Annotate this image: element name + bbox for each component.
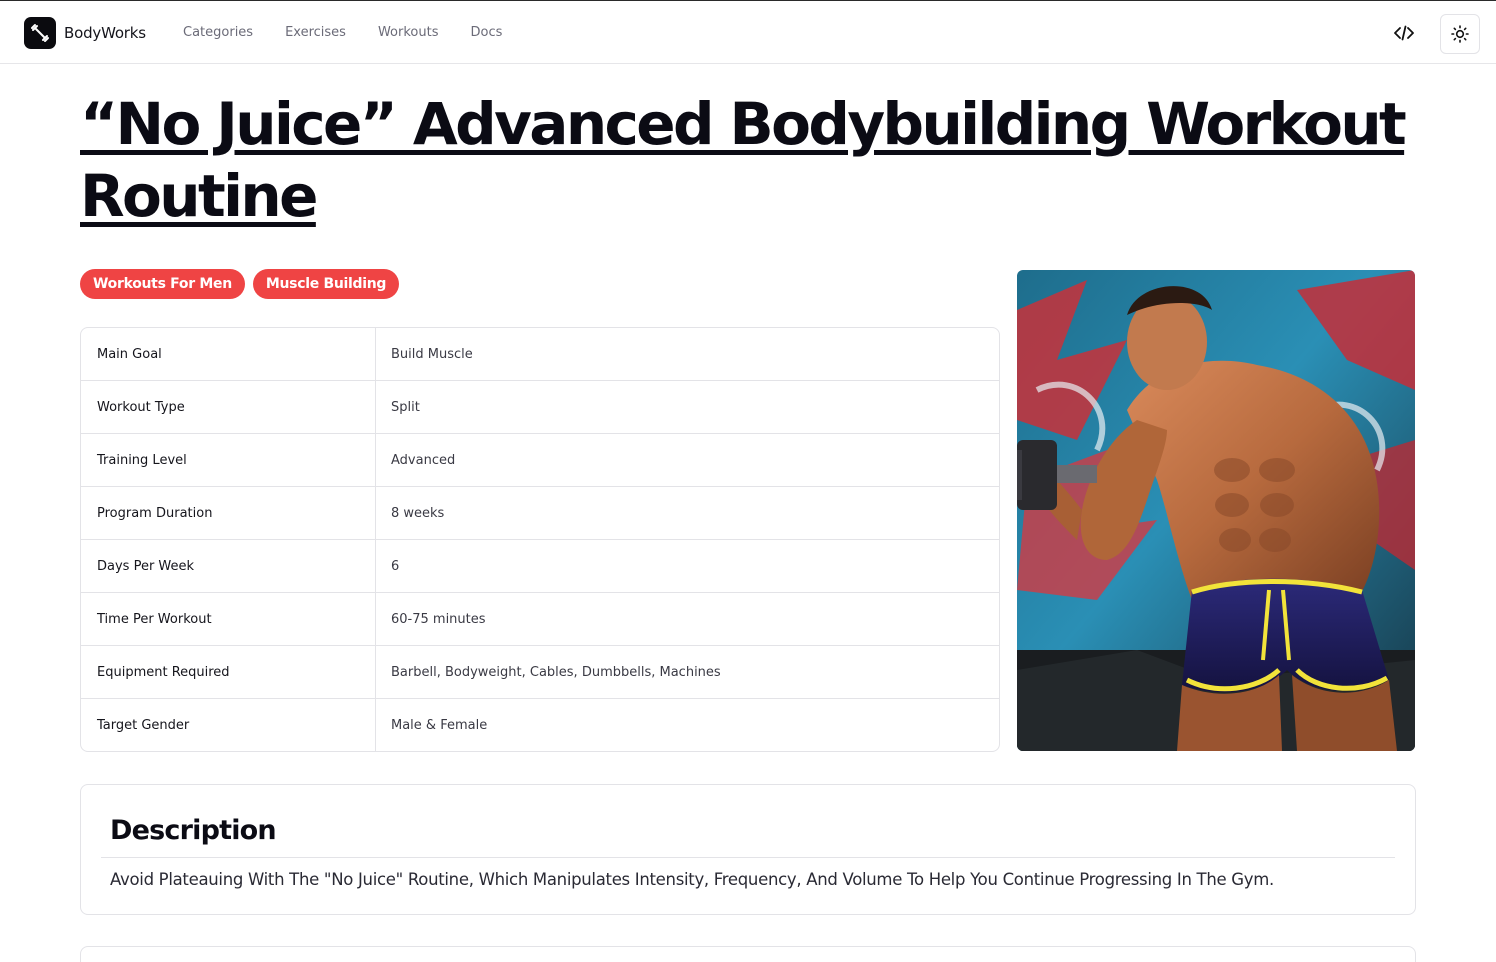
detail-label: Training Level — [81, 434, 376, 486]
dumbbell-logo-icon — [24, 17, 56, 49]
code-icon — [1394, 25, 1414, 41]
detail-value: Barbell, Bodyweight, Cables, Dumbbells, … — [391, 664, 721, 680]
table-row: Training Level Advanced — [81, 434, 999, 487]
table-row: Time Per Workout 60-75 minutes — [81, 593, 999, 646]
detail-value: Split — [391, 399, 420, 415]
workout-hero-image — [1017, 270, 1415, 751]
next-section-card — [80, 946, 1416, 962]
brand-link[interactable]: BodyWorks — [24, 17, 146, 49]
brand-name: BodyWorks — [64, 24, 146, 42]
description-text: Avoid Plateauing With The "No Juice" Rou… — [110, 870, 1274, 889]
detail-value: Male & Female — [391, 718, 488, 733]
detail-label: Equipment Required — [81, 646, 376, 698]
table-row: Target Gender Male & Female — [81, 699, 999, 751]
sun-icon — [1451, 25, 1469, 43]
detail-label: Main Goal — [81, 328, 376, 380]
detail-label: Target Gender — [81, 699, 376, 751]
detail-label: Program Duration — [81, 487, 376, 539]
main-nav: Categories Exercises Workouts Docs — [183, 24, 534, 42]
nav-workouts[interactable]: Workouts — [378, 24, 439, 42]
tag-muscle-building[interactable]: Muscle Building — [252, 269, 400, 299]
detail-value: 8 weeks — [391, 505, 445, 521]
table-row: Workout Type Split — [81, 381, 999, 434]
workout-title[interactable]: “No Juice” Advanced Bodybuilding Workout… — [80, 88, 1420, 232]
table-row: Equipment Required Barbell, Bodyweight, … — [81, 646, 999, 699]
table-row: Main Goal Build Muscle — [81, 328, 999, 381]
theme-toggle-button[interactable] — [1440, 14, 1480, 54]
detail-value: Build Muscle — [391, 346, 473, 362]
detail-label: Time Per Workout — [81, 593, 376, 645]
detail-value: Advanced — [391, 452, 456, 468]
detail-value: 6 — [391, 558, 400, 574]
nav-docs[interactable]: Docs — [470, 24, 502, 42]
tag-list: Workouts For Men Muscle Building — [80, 269, 400, 299]
tag-workouts-for-men[interactable]: Workouts For Men — [80, 269, 245, 299]
description-heading: Description — [110, 815, 277, 846]
table-row: Program Duration 8 weeks — [81, 487, 999, 540]
nav-categories[interactable]: Categories — [183, 24, 253, 42]
description-card: Description Avoid Plateauing With The "N… — [80, 784, 1416, 915]
detail-label: Days Per Week — [81, 540, 376, 592]
divider — [101, 857, 1395, 858]
table-row: Days Per Week 6 — [81, 540, 999, 593]
workout-details-table: Main Goal Build Muscle Workout Type Spli… — [80, 327, 1000, 752]
source-code-button[interactable] — [1386, 15, 1422, 51]
nav-exercises[interactable]: Exercises — [285, 24, 346, 42]
detail-label: Workout Type — [81, 381, 376, 433]
detail-value: 60-75 minutes — [391, 611, 486, 627]
top-navbar: BodyWorks Categories Exercises Workouts … — [0, 1, 1496, 64]
